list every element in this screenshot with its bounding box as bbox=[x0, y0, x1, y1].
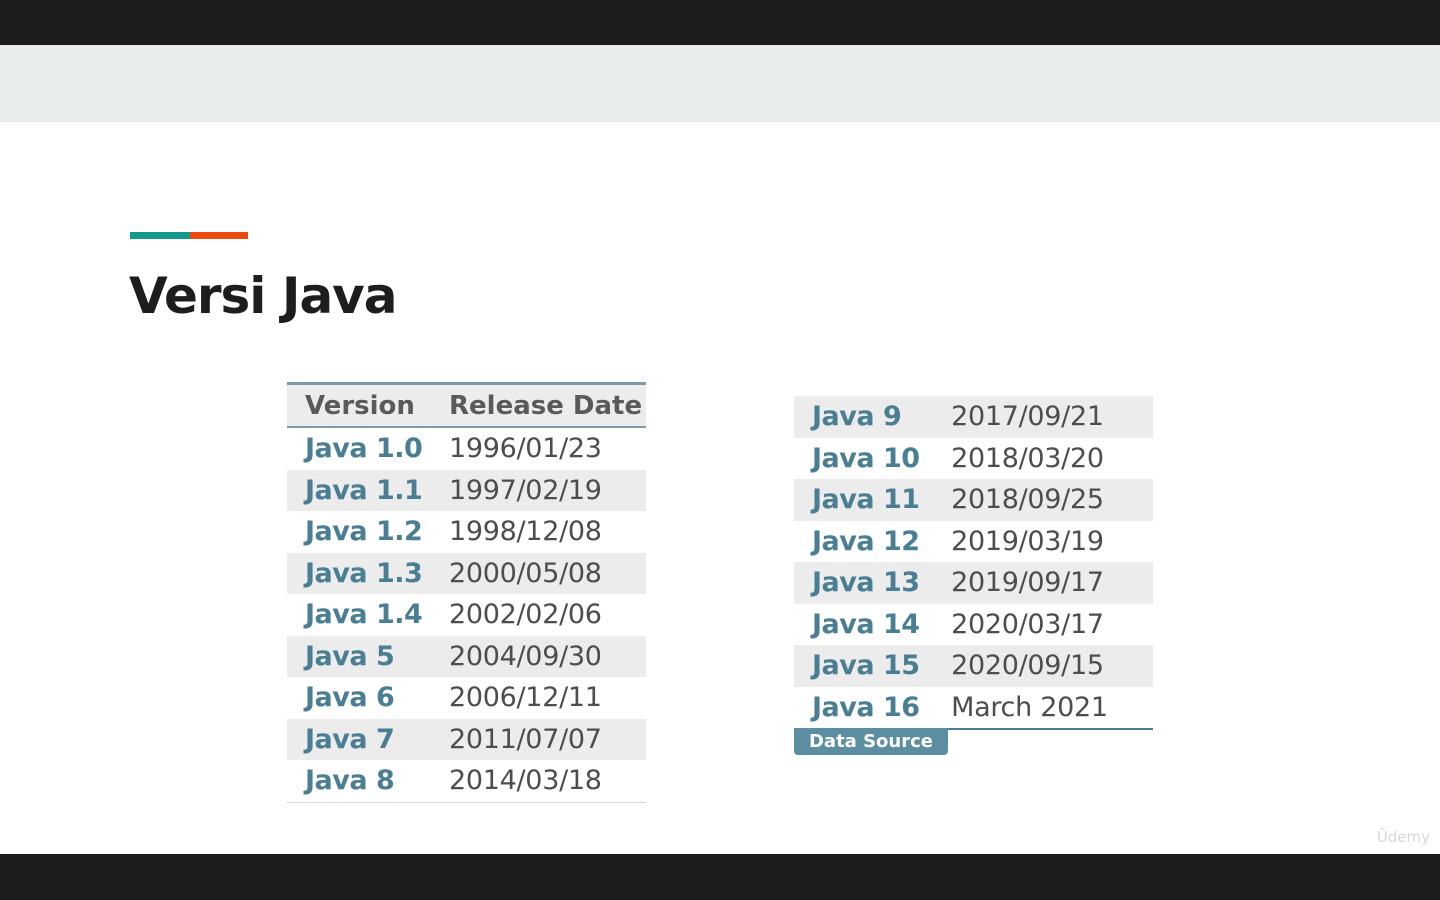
version-cell: Java 5 bbox=[287, 635, 449, 677]
date-cell: 1996/01/23 bbox=[449, 433, 602, 465]
date-cell: 1997/02/19 bbox=[449, 469, 646, 511]
date-cell: 2019/03/19 bbox=[951, 525, 1104, 557]
table-row: Java 10 2018/03/20 bbox=[794, 438, 1153, 480]
table-row: Java 16 March 2021 bbox=[794, 687, 1153, 730]
table-row: Java 15 2020/09/15 bbox=[794, 645, 1153, 687]
slide-header-band bbox=[0, 45, 1440, 122]
header-release-date: Release Date bbox=[449, 383, 646, 428]
date-cell: 1998/12/08 bbox=[449, 516, 602, 548]
accent-bar bbox=[130, 232, 248, 239]
table-row: Java 1.4 2002/02/06 bbox=[287, 594, 646, 636]
date-cell: 2004/09/30 bbox=[449, 635, 646, 677]
udemy-watermark: Ûdemy bbox=[1376, 828, 1430, 846]
version-cell: Java 1.0 bbox=[305, 433, 423, 465]
table-header-row: Version Release Date bbox=[287, 383, 646, 428]
version-cell: Java 16 bbox=[812, 691, 920, 723]
date-cell: 2017/09/21 bbox=[951, 396, 1153, 438]
version-cell: Java 1.4 bbox=[305, 599, 423, 631]
version-cell: Java 1.2 bbox=[305, 516, 423, 548]
data-source-link[interactable]: Data Source bbox=[794, 728, 948, 755]
java-versions-table-right: Java 9 2017/09/21 Java 10 2018/03/20 Jav… bbox=[794, 396, 1153, 730]
version-cell: Java 14 bbox=[812, 608, 920, 640]
slide-title: Versi Java bbox=[129, 267, 398, 325]
table-row: Java 1.0 1996/01/23 bbox=[287, 427, 646, 470]
table-row: Java 8 2014/03/18 bbox=[287, 760, 646, 802]
table-row: Java 9 2017/09/21 bbox=[794, 396, 1153, 438]
table-row: Java 13 2019/09/17 bbox=[794, 562, 1153, 604]
date-cell: 2014/03/18 bbox=[449, 765, 602, 797]
date-cell: March 2021 bbox=[951, 691, 1108, 723]
table-row: Java 12 2019/03/19 bbox=[794, 521, 1153, 563]
table-row: Java 7 2011/07/07 bbox=[287, 718, 646, 760]
table-row: Java 14 2020/03/17 bbox=[794, 604, 1153, 646]
date-cell: 2006/12/11 bbox=[449, 682, 602, 714]
table-row: Java 1.2 1998/12/08 bbox=[287, 511, 646, 553]
accent-bar-teal bbox=[130, 232, 190, 239]
date-cell: 2019/09/17 bbox=[951, 562, 1153, 604]
table-row: Java 1.3 2000/05/08 bbox=[287, 552, 646, 594]
version-cell: Java 1.3 bbox=[287, 552, 449, 594]
accent-bar-orange bbox=[190, 232, 248, 239]
table-row: Java 5 2004/09/30 bbox=[287, 635, 646, 677]
date-cell: 2018/09/25 bbox=[951, 479, 1153, 521]
date-cell: 2011/07/07 bbox=[449, 718, 646, 760]
header-version: Version bbox=[287, 383, 449, 428]
version-cell: Java 7 bbox=[287, 718, 449, 760]
java-versions-table-left: Version Release Date Java 1.0 1996/01/23… bbox=[287, 382, 646, 803]
table-row: Java 1.1 1997/02/19 bbox=[287, 469, 646, 511]
version-cell: Java 6 bbox=[305, 682, 395, 714]
table-row: Java 6 2006/12/11 bbox=[287, 677, 646, 719]
version-cell: Java 1.1 bbox=[287, 469, 449, 511]
date-cell: 2020/03/17 bbox=[951, 608, 1104, 640]
version-cell: Java 12 bbox=[812, 525, 920, 557]
date-cell: 2002/02/06 bbox=[449, 599, 602, 631]
version-cell: Java 10 bbox=[812, 442, 920, 474]
version-cell: Java 8 bbox=[305, 765, 395, 797]
version-cell: Java 13 bbox=[794, 562, 952, 604]
table-row: Java 11 2018/09/25 bbox=[794, 479, 1153, 521]
version-cell: Java 11 bbox=[794, 479, 952, 521]
date-cell: 2018/03/20 bbox=[951, 442, 1104, 474]
slide: Versi Java Version Release Date Java 1.0… bbox=[0, 45, 1440, 854]
version-cell: Java 9 bbox=[794, 396, 952, 438]
version-cell: Java 15 bbox=[794, 645, 952, 687]
date-cell: 2000/05/08 bbox=[449, 552, 646, 594]
date-cell: 2020/09/15 bbox=[951, 645, 1153, 687]
